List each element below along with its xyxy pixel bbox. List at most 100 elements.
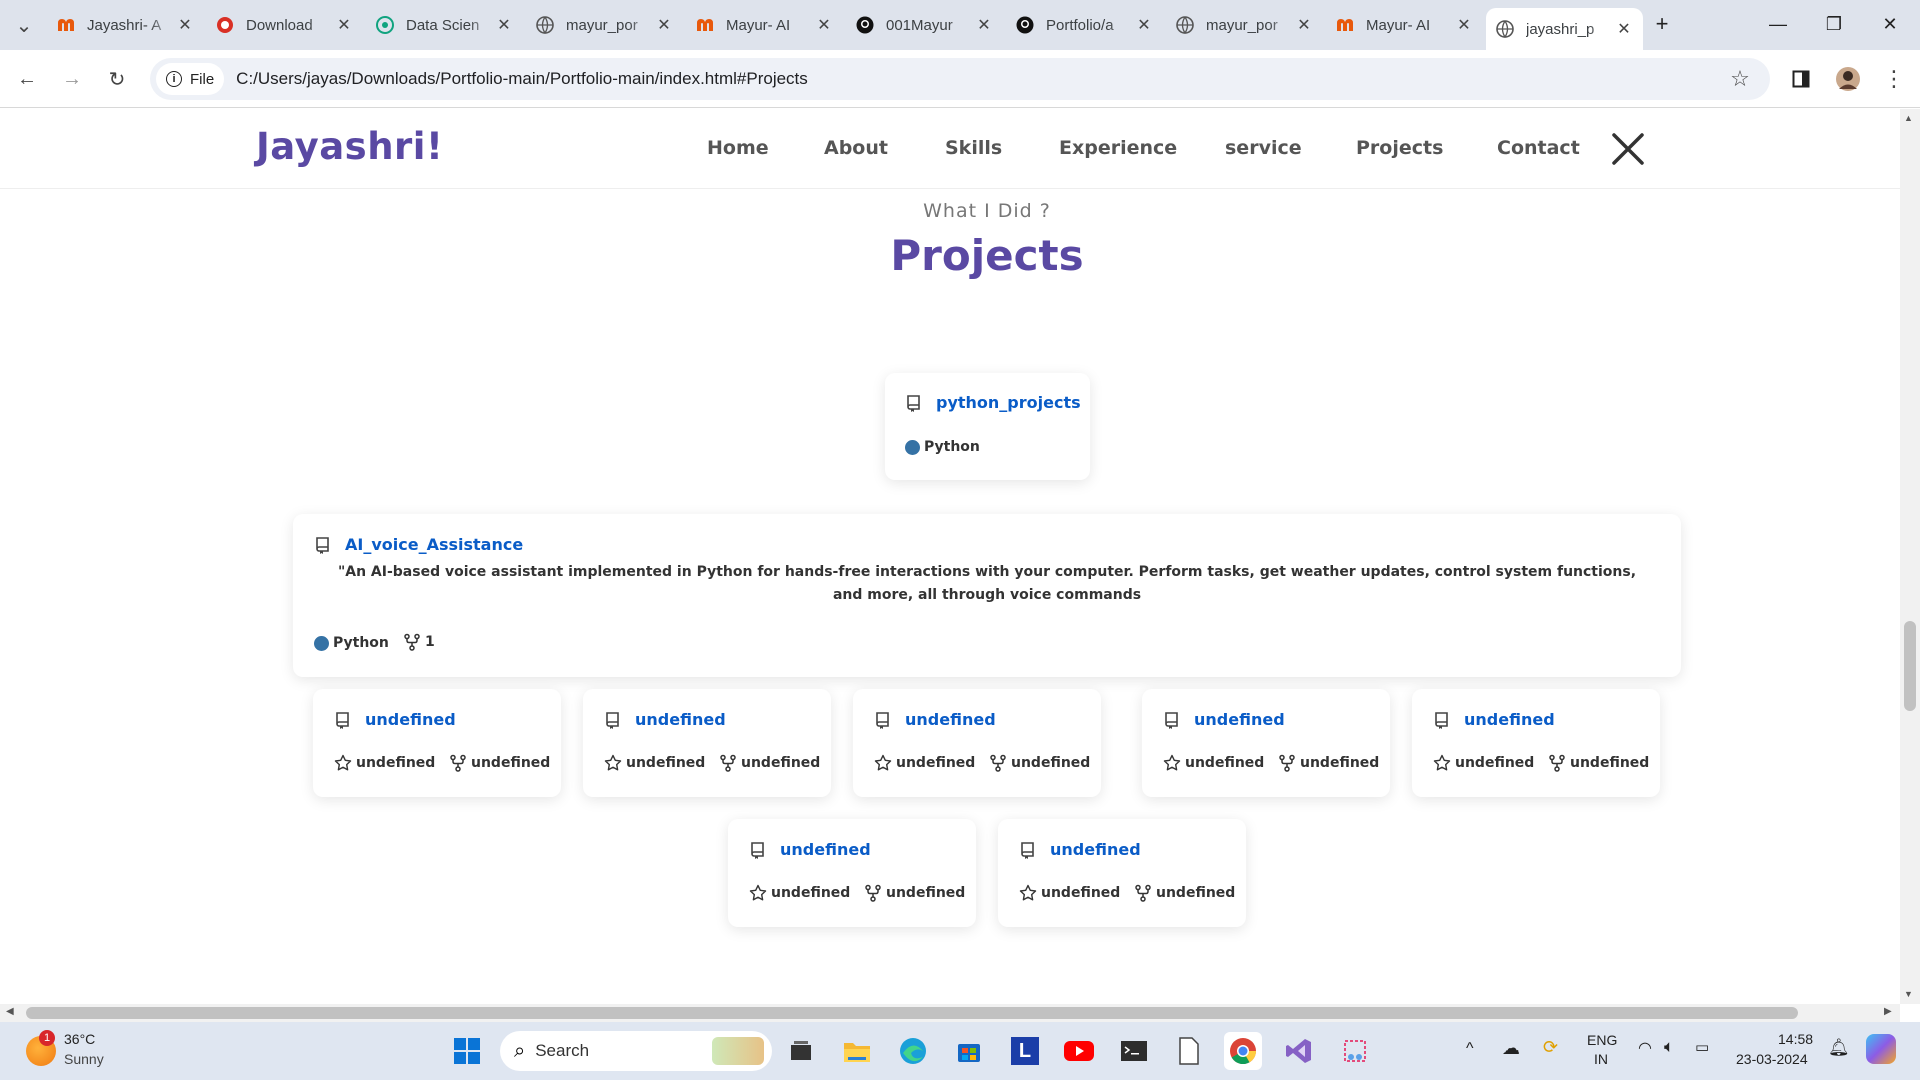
horizontal-scrollbar[interactable]: ◀ ▶ xyxy=(0,1004,1900,1022)
repo-link[interactable]: python_projects xyxy=(906,393,1081,412)
browser-tab[interactable]: 001Mayur ✕ xyxy=(846,8,1003,42)
github-icon xyxy=(856,16,874,34)
nav-contact[interactable]: Contact xyxy=(1497,137,1580,159)
repo-link[interactable]: AI_voice_Assistance xyxy=(315,535,523,554)
browser-tab[interactable]: Download ✕ xyxy=(206,8,363,42)
repo-link[interactable]: undefined xyxy=(750,840,871,859)
clock-time[interactable]: 14:58 xyxy=(1778,1031,1813,1047)
close-menu-icon[interactable] xyxy=(1608,129,1648,169)
sync-icon[interactable]: ⟳ xyxy=(1543,1037,1558,1058)
speaker-icon[interactable]: 🔈︎ xyxy=(1664,1037,1674,1057)
side-panel-icon[interactable] xyxy=(1787,65,1815,93)
repo-link[interactable]: undefined xyxy=(1164,710,1285,729)
notepad-file-icon[interactable] xyxy=(1170,1032,1208,1070)
repo-link[interactable]: undefined xyxy=(1020,840,1141,859)
site-logo[interactable]: Jayashri! xyxy=(256,125,443,168)
file-explorer-icon[interactable] xyxy=(838,1032,876,1070)
browser-tab[interactable]: jayashri_p ✕ xyxy=(1486,8,1643,50)
copilot-icon[interactable] xyxy=(1866,1034,1896,1064)
repo-name: python_projects xyxy=(936,393,1081,412)
m-icon xyxy=(57,16,75,34)
weather-desc[interactable]: Sunny xyxy=(64,1051,104,1067)
browser-tab[interactable]: Mayur- AI ✕ xyxy=(686,8,843,42)
tab-search-chevron-icon[interactable]: ⌄ xyxy=(10,11,38,39)
windows-start-icon[interactable] xyxy=(448,1032,486,1070)
browser-tab[interactable]: Mayur- AI ✕ xyxy=(1326,8,1483,42)
close-tab-icon[interactable]: ✕ xyxy=(1615,19,1633,39)
vertical-scrollbar[interactable]: ▲ ▼ xyxy=(1900,109,1920,1004)
notification-bell-icon[interactable]: 🔔︎ xyxy=(1828,1038,1850,1058)
project-card[interactable]: undefined undefined undefined xyxy=(728,819,976,927)
project-card[interactable]: undefined undefined undefined xyxy=(583,689,831,797)
weather-temp[interactable]: 36°C xyxy=(64,1031,95,1047)
close-tab-icon[interactable]: ✕ xyxy=(176,15,194,35)
profile-avatar[interactable] xyxy=(1834,65,1862,93)
close-tab-icon[interactable]: ✕ xyxy=(335,15,353,35)
url-text[interactable]: C:/Users/jayas/Downloads/Portfolio-main/… xyxy=(236,69,808,89)
show-hidden-icons-chevron-icon[interactable]: ^ xyxy=(1466,1040,1474,1058)
browser-tab[interactable]: Jayashri- A ✕ xyxy=(47,8,204,42)
task-view-icon[interactable] xyxy=(782,1032,820,1070)
project-card[interactable]: undefined undefined undefined xyxy=(998,819,1246,927)
close-window-button[interactable]: ✕ xyxy=(1870,10,1910,38)
snipping-tool-icon[interactable] xyxy=(1336,1032,1374,1070)
address-bar[interactable]: i File C:/Users/jayas/Downloads/Portfoli… xyxy=(150,58,1770,100)
chrome-icon[interactable] xyxy=(1224,1032,1262,1070)
visual-studio-icon[interactable] xyxy=(1280,1032,1318,1070)
project-card[interactable]: undefined undefined undefined xyxy=(1412,689,1660,797)
forward-arrow-icon[interactable]: → xyxy=(58,65,86,93)
fork-count: undefined xyxy=(1278,754,1379,772)
microsoft-store-icon[interactable] xyxy=(950,1032,988,1070)
close-tab-icon[interactable]: ✕ xyxy=(815,15,833,35)
edge-browser-icon[interactable] xyxy=(894,1032,932,1070)
browser-tab[interactable]: Portfolio/a ✕ xyxy=(1006,8,1163,42)
close-tab-icon[interactable]: ✕ xyxy=(1135,15,1153,35)
bookmark-star-icon[interactable]: ☆ xyxy=(1726,65,1754,93)
nav-projects[interactable]: Projects xyxy=(1356,137,1443,159)
clock-date[interactable]: 23-03-2024 xyxy=(1736,1051,1808,1067)
battery-icon[interactable]: ▭ xyxy=(1695,1038,1709,1056)
back-arrow-icon[interactable]: ← xyxy=(13,65,41,93)
close-tab-icon[interactable]: ✕ xyxy=(495,15,513,35)
close-tab-icon[interactable]: ✕ xyxy=(655,15,673,35)
browser-tab[interactable]: mayur_por ✕ xyxy=(1166,8,1323,42)
site-info-chip[interactable]: i File xyxy=(156,63,225,95)
nav-experience[interactable]: Experience xyxy=(1059,137,1177,159)
new-tab-button[interactable]: + xyxy=(1642,10,1682,38)
youtube-icon[interactable] xyxy=(1060,1032,1098,1070)
minimize-button[interactable]: — xyxy=(1758,10,1798,38)
project-card-python-projects[interactable]: python_projects Python xyxy=(885,373,1090,480)
repo-name: AI_voice_Assistance xyxy=(345,535,524,554)
project-card-ai-voice-assistance[interactable]: AI_voice_Assistance "An AI-based voice a… xyxy=(293,514,1681,677)
language-in[interactable]: IN xyxy=(1594,1051,1608,1067)
reload-icon[interactable]: ↻ xyxy=(103,65,131,93)
nav-home[interactable]: Home xyxy=(707,137,769,159)
repo-link[interactable]: undefined xyxy=(605,710,726,729)
taskbar-search-box[interactable]: ⌕ Search xyxy=(500,1031,772,1071)
repo-link[interactable]: undefined xyxy=(335,710,456,729)
close-tab-icon[interactable]: ✕ xyxy=(975,15,993,35)
project-card[interactable]: undefined undefined undefined xyxy=(1142,689,1390,797)
menu-kebab-icon[interactable]: ⋮ xyxy=(1880,65,1908,93)
nav-service[interactable]: service xyxy=(1225,137,1302,159)
close-tab-icon[interactable]: ✕ xyxy=(1295,15,1313,35)
nav-skills[interactable]: Skills xyxy=(945,137,1002,159)
fork-count: undefined xyxy=(864,884,965,902)
repo-link[interactable]: undefined xyxy=(1434,710,1555,729)
restore-button[interactable]: ❐ xyxy=(1814,10,1854,38)
repo-name: undefined xyxy=(1194,710,1285,729)
project-card[interactable]: undefined undefined undefined xyxy=(853,689,1101,797)
repo-link[interactable]: undefined xyxy=(875,710,996,729)
nav-about[interactable]: About xyxy=(824,137,888,159)
wifi-icon[interactable]: ◠ xyxy=(1638,1038,1652,1058)
close-tab-icon[interactable]: ✕ xyxy=(1455,15,1473,35)
language-eng[interactable]: ENG xyxy=(1587,1032,1617,1048)
vertical-scroll-thumb[interactable] xyxy=(1904,621,1916,711)
l-app-icon[interactable]: L xyxy=(1006,1032,1044,1070)
terminal-icon[interactable] xyxy=(1115,1032,1153,1070)
horizontal-scroll-thumb[interactable] xyxy=(26,1007,1798,1019)
browser-tab[interactable]: Data Scien ✕ xyxy=(366,8,523,42)
onedrive-cloud-icon[interactable]: ☁ xyxy=(1502,1038,1520,1059)
project-card[interactable]: undefined undefined undefined xyxy=(313,689,561,797)
browser-tab[interactable]: mayur_por ✕ xyxy=(526,8,683,42)
